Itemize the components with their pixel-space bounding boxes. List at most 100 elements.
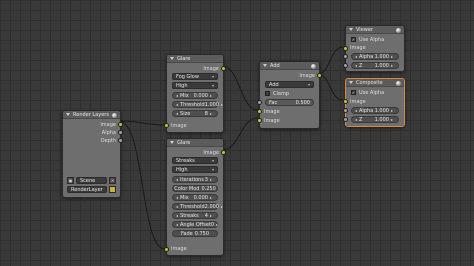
angle-offset-field[interactable]: ◂ Angle Offset 0 ▸ <box>172 221 218 228</box>
fade-field[interactable]: Fade 0.750 <box>172 230 218 237</box>
alpha-field[interactable]: ◂ Alpha 1.000 ▸ <box>351 53 399 60</box>
input-label-image: Image <box>171 245 187 252</box>
use-alpha-checkbox[interactable]: ✓ <box>351 37 356 42</box>
collapse-triangle-icon[interactable] <box>170 141 174 144</box>
field-label: Z <box>359 116 363 123</box>
dropdown-arrow-icon: ▾ <box>211 74 214 79</box>
field-value: 0.250 <box>201 185 216 192</box>
socket-image-in-2[interactable] <box>257 118 262 123</box>
quality-dropdown[interactable]: High ▾ <box>172 166 218 173</box>
clamp-checkbox[interactable] <box>265 91 270 96</box>
use-alpha-checkbox[interactable]: ✓ <box>351 90 356 95</box>
mix-field[interactable]: ◂ Mix 0.000 ▸ <box>172 194 218 201</box>
socket-image-in[interactable] <box>343 46 348 51</box>
dropdown-value: High <box>176 166 188 173</box>
link-render-to-glare2 <box>118 120 166 250</box>
clear-scene-icon[interactable]: ✕ <box>109 177 116 184</box>
socket-image-in-1[interactable] <box>257 109 262 114</box>
threshold-field[interactable]: ◂ Threshold 2.000 ▸ <box>172 203 223 210</box>
socket-image-in[interactable] <box>164 123 169 128</box>
field-value: 1.000 <box>374 62 389 69</box>
use-alpha-label: Use Alpha <box>359 89 385 96</box>
socket-z-in[interactable] <box>343 63 348 68</box>
threshold-field[interactable]: ◂ Threshold 1.000 ▸ <box>172 101 223 108</box>
socket-alpha-in[interactable] <box>343 108 348 113</box>
collapse-triangle-icon[interactable] <box>170 57 174 60</box>
output-label-image: Image <box>203 65 219 72</box>
render-layers-node[interactable]: Render Layers Image Alpha Depth ▣ Scene … <box>62 110 123 198</box>
socket-image-out[interactable] <box>317 73 322 78</box>
field-label: Size <box>180 110 191 117</box>
viewer-header[interactable]: Viewer <box>346 26 404 34</box>
field-label: Iterations <box>180 176 204 183</box>
scene-field[interactable]: Scene <box>76 177 107 184</box>
field-value: 1.000 <box>204 101 219 108</box>
add-mix-node[interactable]: Add Image Add ▾ Clamp Fac 0.500 Image Imag… <box>257 61 322 129</box>
collapse-triangle-icon[interactable] <box>349 81 353 84</box>
glare-fog-node[interactable]: Glare Image Fog Glow ▾ High ▾ ◂ Mix 0.000 ▸ ◂… <box>164 54 226 133</box>
field-value: 1.000 <box>374 116 389 123</box>
glare-header[interactable]: Glare <box>167 139 223 147</box>
field-label: Threshold <box>180 203 205 210</box>
preview-sphere-icon[interactable] <box>396 80 401 86</box>
link-glare2-to-add <box>221 117 259 151</box>
streaks-field[interactable]: ◂ Streaks 4 ▸ <box>172 212 218 219</box>
size-field[interactable]: ◂ Size 8 ▸ <box>172 110 218 117</box>
field-label: Angle Offset <box>180 221 211 228</box>
render-layers-header[interactable]: Render Layers <box>63 111 120 119</box>
quality-dropdown[interactable]: High ▾ <box>172 82 218 89</box>
preview-sphere-icon[interactable] <box>311 63 316 69</box>
glare-type-dropdown[interactable]: Streaks ▾ <box>172 157 218 164</box>
fac-field[interactable]: Fac 0.500 <box>265 99 314 106</box>
socket-fac-in[interactable] <box>257 100 262 105</box>
collapse-triangle-icon[interactable] <box>349 28 353 31</box>
collapse-triangle-icon[interactable] <box>66 113 70 116</box>
node-title: Glare <box>177 139 191 146</box>
iterations-field[interactable]: ◂ Iterations 3 ▸ <box>172 176 218 183</box>
alpha-field[interactable]: ◂ Alpha 1.000 ▸ <box>351 107 399 114</box>
socket-depth-out[interactable] <box>118 138 123 143</box>
socket-alpha-in[interactable] <box>343 54 348 59</box>
composite-header[interactable]: Composite <box>346 79 404 87</box>
preview-sphere-icon[interactable] <box>112 112 117 118</box>
add-header[interactable]: Add <box>260 62 319 70</box>
socket-z-in[interactable] <box>343 117 348 122</box>
z-field[interactable]: ◂ Z 1.000 ▸ <box>351 116 399 123</box>
render-layer-field[interactable]: RenderLayer <box>67 186 107 193</box>
field-label: Streaks <box>180 212 199 219</box>
viewer-node[interactable]: Viewer ✓ Use Alpha Image ◂ Alpha 1.000 ▸ ◂ Z… <box>343 25 405 72</box>
preview-sphere-icon[interactable] <box>396 27 401 33</box>
socket-image-in[interactable] <box>164 247 169 252</box>
socket-image-out[interactable] <box>221 66 226 71</box>
glare-type-dropdown[interactable]: Fog Glow ▾ <box>172 73 218 80</box>
field-value: 0.750 <box>194 230 210 237</box>
field-label: Z <box>359 62 363 69</box>
field-value: 1.000 <box>374 107 389 114</box>
dropdown-arrow-icon: ▾ <box>307 82 310 87</box>
dropdown-value: Add <box>269 81 279 88</box>
socket-image-in[interactable] <box>343 99 348 104</box>
node-title: Viewer <box>356 26 373 33</box>
socket-alpha-out[interactable] <box>118 130 123 135</box>
node-title: Render Layers <box>73 111 109 118</box>
blend-mode-dropdown[interactable]: Add ▾ <box>265 81 314 88</box>
socket-image-out[interactable] <box>118 122 123 127</box>
output-label-alpha: Alpha <box>101 129 116 136</box>
glare-header[interactable]: Glare <box>167 55 223 63</box>
link-add-to-composite <box>317 73 344 101</box>
z-field[interactable]: ◂ Z 1.000 ▸ <box>351 62 399 69</box>
link-glare-to-add <box>221 65 259 111</box>
output-label-image: Image <box>100 121 116 128</box>
composite-node[interactable]: Composite ✓ Use Alpha Image ◂ Alpha 1.000 ▸… <box>343 78 405 127</box>
field-label: Color Mod <box>174 185 200 192</box>
field-label: Mix <box>180 92 189 99</box>
mix-field[interactable]: ◂ Mix 0.000 ▸ <box>172 92 218 99</box>
collapse-triangle-icon[interactable] <box>263 64 267 67</box>
input-label-image: Image <box>350 98 366 105</box>
field-value: 0.500 <box>295 99 310 106</box>
use-alpha-label: Use Alpha <box>359 36 385 43</box>
color-mod-field[interactable]: Color Mod 0.250 <box>172 185 218 192</box>
socket-image-out[interactable] <box>221 150 226 155</box>
glare-streaks-node[interactable]: Glare Image Streaks ▾ High ▾ ◂ Iterations 3 ▸… <box>164 138 226 256</box>
render-layer-icon[interactable] <box>109 186 116 193</box>
